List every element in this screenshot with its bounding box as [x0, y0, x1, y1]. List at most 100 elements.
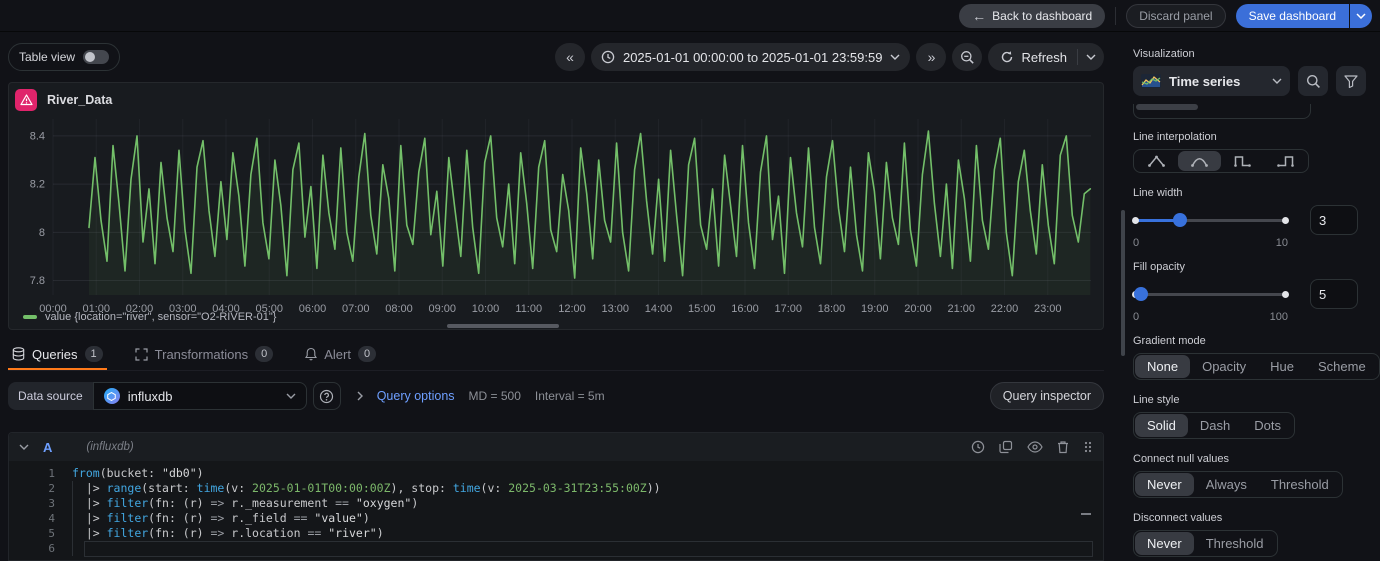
query-inspector-label: Query inspector	[1002, 389, 1091, 403]
fill-opacity-slider-handle[interactable]	[1133, 287, 1148, 301]
line-width-label: Line width	[1133, 187, 1183, 199]
refresh-interval-caret[interactable]	[1078, 43, 1104, 71]
table-view-toggle[interactable]: Table view	[8, 43, 121, 71]
line-width-slider-handle[interactable]	[1172, 213, 1187, 227]
time-shift-back-button[interactable]: «	[554, 43, 585, 71]
datasource-label: Data source	[8, 382, 93, 410]
question-circle-icon	[320, 389, 334, 403]
query-row-header[interactable]: A (influxdb)	[9, 433, 1103, 461]
search-options-button[interactable]	[1298, 66, 1328, 96]
eye-icon	[1027, 441, 1043, 453]
tab-queries[interactable]: Queries 1	[8, 340, 107, 370]
chevron-down-icon	[1086, 54, 1096, 60]
transformations-icon	[135, 347, 148, 361]
line-width-input[interactable]	[1310, 205, 1358, 235]
duplicate-query-button[interactable]	[999, 440, 1013, 454]
query-options-toggle[interactable]: Query options MD = 500 Interval = 5m	[357, 389, 605, 403]
search-icon	[1306, 74, 1320, 88]
alert-count-badge: 0	[357, 346, 377, 362]
query-ref-id[interactable]: A	[43, 440, 52, 455]
line-style-solid[interactable]: Solid	[1135, 414, 1188, 437]
fill-opacity-row	[1132, 279, 1366, 309]
query-datasource-hint: (influxdb)	[86, 441, 134, 453]
save-dashboard-label: Save dashboard	[1248, 8, 1336, 23]
gradient-mode-scheme[interactable]: Scheme	[1306, 355, 1378, 378]
svg-text:15:00: 15:00	[688, 303, 716, 315]
query-history-button[interactable]	[971, 440, 985, 454]
svg-text:12:00: 12:00	[558, 303, 586, 315]
query-inspector-button[interactable]: Query inspector	[989, 382, 1104, 410]
time-shift-forward-button[interactable]: »	[916, 43, 947, 71]
save-dashboard-caret-button[interactable]	[1350, 3, 1372, 28]
panel-alert-badge[interactable]	[15, 89, 37, 111]
connect-nulls-never[interactable]: Never	[1135, 473, 1194, 496]
table-view-switch[interactable]	[83, 50, 110, 64]
zoom-out-time-button[interactable]	[952, 43, 983, 71]
svg-text:8: 8	[39, 227, 45, 239]
horizontal-scrollbar[interactable]	[447, 324, 559, 328]
time-range-picker[interactable]: 2025-01-01 00:00:00 to 2025-01-01 23:59:…	[590, 43, 911, 71]
refresh-button[interactable]: Refresh	[988, 43, 1077, 71]
discard-panel-label: Discard panel	[1139, 8, 1213, 23]
back-to-dashboard-button[interactable]: ← Back to dashboard	[959, 3, 1106, 28]
line-style-dots[interactable]: Dots	[1242, 414, 1293, 437]
linear-interpolation-icon	[1148, 155, 1165, 167]
svg-text:19:00: 19:00	[861, 303, 889, 315]
query-editor-card: A (influxdb) 1 from(bucket: "db0") 2 |> ra…	[8, 432, 1104, 561]
gradient-mode-hue[interactable]: Hue	[1258, 355, 1306, 378]
datasource-picker[interactable]: influxdb	[92, 382, 307, 410]
interpolation-linear-button[interactable]	[1135, 151, 1178, 171]
code-line[interactable]: 4 |> filter(fn: (r) => r._field == "valu…	[29, 511, 1103, 526]
interpolation-step-after-button[interactable]	[1264, 151, 1307, 171]
history-icon	[971, 440, 985, 454]
code-line[interactable]: 5 |> filter(fn: (r) => r.location == "ri…	[29, 526, 1103, 541]
code-line[interactable]: 6	[29, 541, 1103, 557]
remove-query-button[interactable]	[1057, 440, 1069, 454]
svg-text:8.4: 8.4	[30, 130, 45, 142]
gradient-mode-opacity[interactable]: Opacity	[1190, 355, 1258, 378]
tab-transformations-label: Transformations	[154, 346, 249, 362]
tab-alert[interactable]: Alert 0	[301, 340, 380, 370]
line-width-row	[1132, 205, 1366, 235]
svg-text:14:00: 14:00	[645, 303, 673, 315]
chevron-right-icon	[357, 391, 363, 401]
flux-code-editor[interactable]: 1 from(bucket: "db0") 2 |> range(start: ti…	[9, 461, 1103, 557]
code-line[interactable]: 1 from(bucket: "db0")	[29, 466, 1103, 481]
hide-query-button[interactable]	[1027, 441, 1043, 453]
drag-handle[interactable]	[1083, 440, 1093, 454]
visualization-row: Time series	[1133, 66, 1366, 96]
interpolation-smooth-button[interactable]	[1178, 151, 1221, 171]
timeseries-svg[interactable]: 00:00 01:00 02:00 03:00 04:00 05:00 06:00 07:00…	[9, 111, 1099, 317]
legend-item[interactable]: value {location="river", sensor="O2-RIVE…	[23, 311, 276, 323]
panel-title[interactable]: River_Data	[47, 93, 112, 107]
fill-opacity-slider[interactable]	[1132, 287, 1289, 301]
scrolled-option-bar	[1136, 104, 1198, 110]
query-options-interval: Interval = 5m	[534, 389, 605, 403]
options-scrollbar[interactable]	[1121, 210, 1125, 356]
line-width-slider[interactable]	[1132, 213, 1289, 227]
disconnect-values-threshold[interactable]: Threshold	[1194, 532, 1276, 555]
gradient-mode-none[interactable]: None	[1135, 355, 1191, 378]
connect-nulls-threshold[interactable]: Threshold	[1259, 473, 1341, 496]
panel-editor-page: ← Back to dashboard Discard panel Save d…	[0, 0, 1380, 561]
connect-nulls-always[interactable]: Always	[1194, 473, 1259, 496]
disconnect-values-never[interactable]: Never	[1135, 532, 1194, 555]
scrolled-option-remnant	[1133, 104, 1311, 119]
discard-panel-button[interactable]: Discard panel	[1126, 3, 1226, 28]
query-row-actions	[971, 440, 1093, 454]
line-style-dash[interactable]: Dash	[1188, 414, 1242, 437]
code-line[interactable]: 2 |> range(start: time(v: 2025-01-01T00:…	[29, 481, 1103, 496]
interpolation-step-before-button[interactable]	[1221, 151, 1264, 171]
disconnect-values-label: Disconnect values	[1133, 512, 1223, 524]
tab-transformations[interactable]: Transformations 0	[131, 340, 278, 370]
visualization-picker[interactable]: Time series	[1133, 66, 1290, 96]
code-lines: 1 from(bucket: "db0") 2 |> range(start: ti…	[29, 466, 1103, 557]
filter-options-button[interactable]	[1336, 66, 1366, 96]
datasource-help-button[interactable]	[312, 382, 341, 410]
fill-opacity-input[interactable]	[1310, 279, 1358, 309]
connect-null-values-group: Never Always Threshold	[1133, 471, 1343, 498]
warning-triangle-icon	[19, 94, 33, 106]
save-dashboard-button[interactable]: Save dashboard	[1235, 3, 1349, 28]
chevron-down-icon	[286, 393, 296, 399]
code-line[interactable]: 3 |> filter(fn: (r) => r._measurement ==…	[29, 496, 1103, 511]
